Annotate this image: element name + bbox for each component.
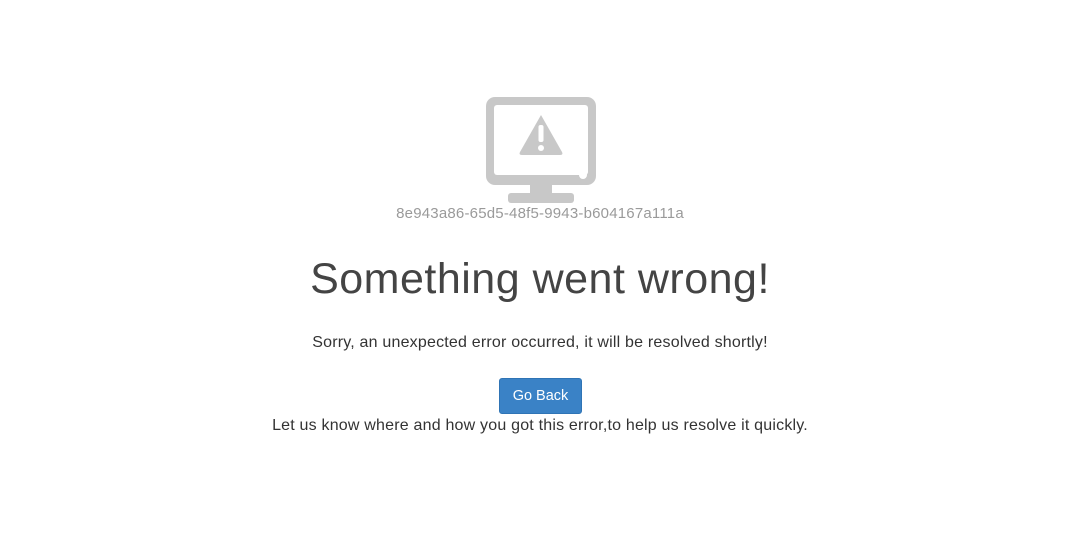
error-message: Sorry, an unexpected error occurred, it … [312, 334, 768, 351]
page-title: Something went wrong! [310, 255, 770, 303]
error-id: 8e943a86-65d5-48f5-9943-b604167a111a [396, 205, 684, 222]
error-page: 8e943a86-65d5-48f5-9943-b604167a111a Som… [0, 0, 1080, 537]
monitor-warning-icon [486, 97, 596, 203]
go-back-button[interactable]: Go Back [499, 378, 582, 414]
help-text: Let us know where and how you got this e… [272, 417, 808, 434]
